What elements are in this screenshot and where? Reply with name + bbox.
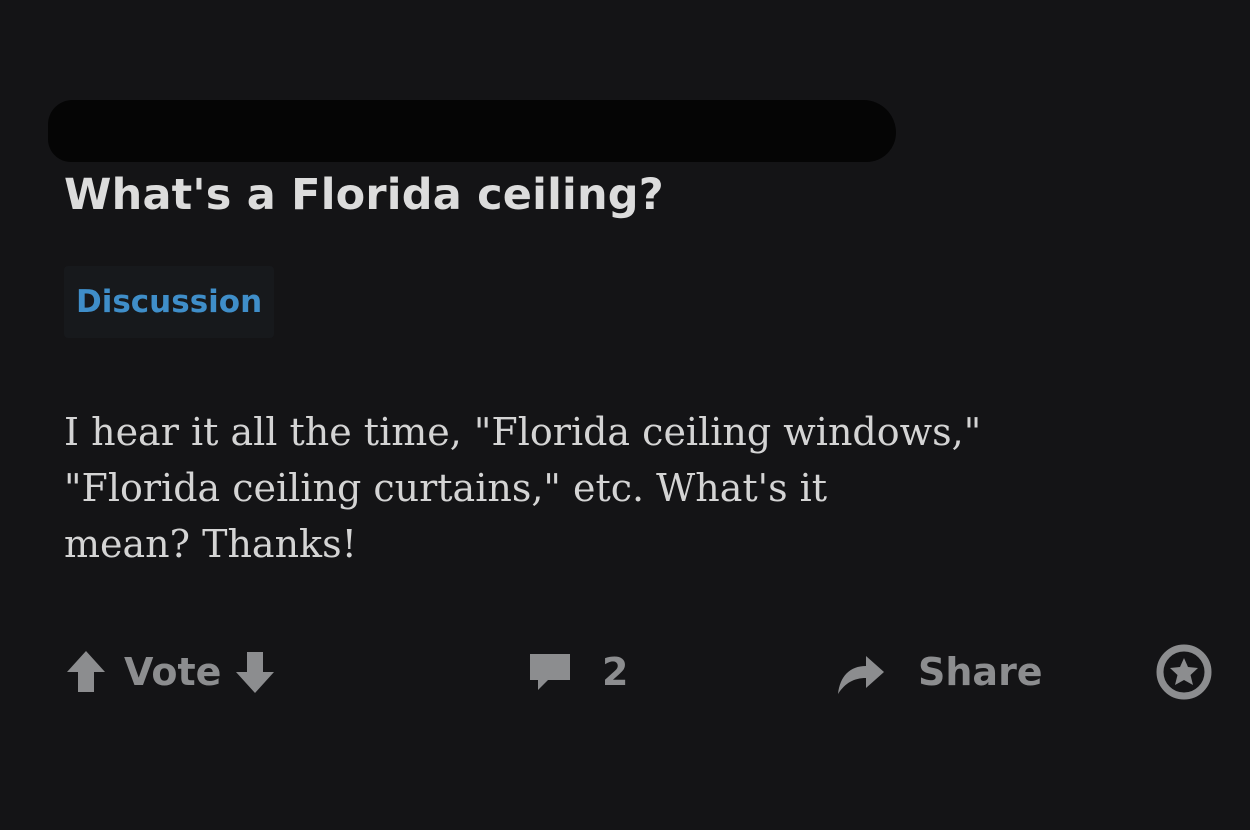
award-button[interactable] <box>1156 636 1212 708</box>
comment-count: 2 <box>602 650 629 694</box>
arrow-up-icon[interactable] <box>64 648 108 696</box>
post-title[interactable]: What's a Florida ceiling? <box>64 170 664 220</box>
vote-controls: Vote <box>64 636 277 708</box>
share-arrow-icon <box>834 646 888 698</box>
comments-button[interactable]: 2 <box>526 636 628 708</box>
vote-label: Vote <box>124 650 222 694</box>
post-action-bar: Vote 2 Share <box>0 636 1250 708</box>
post-flair[interactable]: Discussion <box>64 266 275 338</box>
award-icon <box>1156 644 1212 700</box>
redacted-header-bar <box>48 100 896 162</box>
post-body-line: I hear it all the time, "Florida ceiling… <box>64 410 982 454</box>
post-body-line: mean? Thanks! <box>64 522 357 566</box>
arrow-down-icon[interactable] <box>233 648 277 696</box>
share-button[interactable]: Share <box>834 636 1043 708</box>
post-body-line: "Florida ceiling curtains," etc. What's … <box>64 466 828 510</box>
comment-icon <box>526 648 574 696</box>
post-body: I hear it all the time, "Florida ceiling… <box>64 404 1164 572</box>
share-label: Share <box>918 650 1043 694</box>
